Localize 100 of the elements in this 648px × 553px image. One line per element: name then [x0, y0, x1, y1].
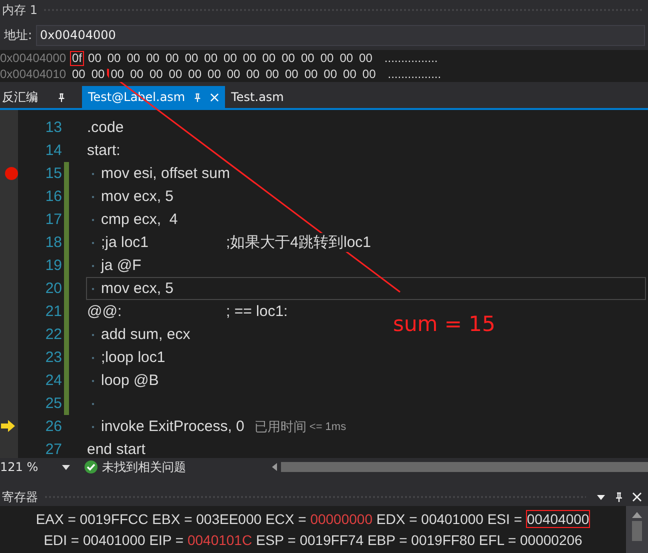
memory-byte: 00 — [105, 50, 123, 66]
equals-sign: = — [508, 532, 516, 548]
line-number: 19 — [44, 257, 62, 274]
memory-byte: 00 — [244, 66, 262, 82]
code-text: mov ecx, 5 — [101, 188, 174, 205]
caret-icon[interactable] — [62, 464, 70, 470]
line-number: 25 — [44, 395, 62, 412]
zoom-dropdown[interactable]: 121 % — [0, 460, 74, 474]
document-tab[interactable]: Test.asm — [225, 86, 290, 108]
annotation-text: sum = 15 — [393, 312, 496, 336]
code-text: loop @B — [101, 372, 159, 389]
panel-title: 寄存器 — [2, 488, 38, 506]
memory-ascii: ................ — [384, 51, 438, 65]
line-number: 21 — [44, 303, 62, 320]
line-number: 22 — [44, 326, 62, 343]
register-value: 00000206 — [520, 532, 582, 548]
issues-status: 未找到相关问题 — [102, 458, 187, 476]
memory-address: 0x00404000 — [0, 51, 68, 65]
equals-sign: = — [298, 511, 306, 527]
memory-byte: 00 — [202, 50, 220, 66]
memory-byte: 00 — [86, 50, 104, 66]
pin-icon[interactable] — [57, 92, 66, 102]
address-label: 地址: — [4, 26, 32, 44]
register-name: EDX — [376, 511, 406, 527]
address-field[interactable]: 0x00404000 — [36, 24, 645, 46]
register-value: 003EE000 — [196, 511, 262, 527]
memory-byte: 00 — [70, 66, 88, 82]
equals-sign: = — [288, 532, 296, 548]
register-value: 0019FF74 — [300, 532, 364, 548]
close-icon[interactable] — [632, 492, 642, 502]
memory-byte: 00 — [357, 50, 374, 66]
code-text: mov esi, offset sum — [101, 165, 230, 182]
elapsed-time-label: 已用时间 — [254, 418, 306, 436]
memory-byte: 00 — [147, 66, 165, 82]
memory-byte: 00 — [280, 50, 297, 66]
scrollbar-thumb[interactable] — [281, 462, 648, 472]
register-value: 00404000 — [526, 510, 590, 528]
memory-byte: 00 — [108, 66, 126, 82]
register-name: EBX — [152, 511, 180, 527]
dropdown-icon[interactable] — [596, 492, 606, 502]
line-number: 17 — [44, 211, 62, 228]
register-name: ESP — [256, 532, 284, 548]
code-text: invoke ExitProcess, 0 — [101, 418, 244, 435]
register-name: EFL — [478, 532, 504, 548]
scrollbar-thumb[interactable] — [632, 521, 642, 541]
code-text: ja @F — [101, 257, 142, 274]
memory-byte: 00 — [206, 66, 223, 82]
register-value: 00000000 — [310, 511, 372, 527]
equals-sign: = — [70, 532, 80, 548]
scroll-up-icon[interactable] — [632, 512, 642, 518]
memory-byte: 00 — [240, 50, 258, 66]
document-tab[interactable]: 反汇编 — [0, 86, 72, 108]
register-name: ECX — [265, 511, 294, 527]
line-number: 20 — [44, 280, 62, 297]
equals-sign: = — [399, 532, 408, 548]
code-text: end start — [87, 441, 146, 458]
memory-byte: 00 — [298, 50, 316, 66]
memory-byte: 00 — [338, 50, 356, 66]
memory-byte: 00 — [222, 50, 239, 66]
register-value: 00401000 — [421, 511, 484, 527]
memory-byte: 00 — [89, 66, 107, 82]
scroll-left-icon[interactable] — [272, 463, 277, 471]
memory-byte: 00 — [166, 66, 184, 82]
line-number: 27 — [44, 441, 62, 458]
elapsed-time-value: <= 1ms — [309, 420, 346, 432]
memory-byte: 00 — [318, 50, 336, 66]
code-text: @@: — [87, 303, 122, 320]
breakpoint-icon[interactable] — [5, 167, 18, 180]
memory-byte: 00 — [260, 50, 278, 66]
code-text: ;ja loc1 — [101, 234, 149, 251]
memory-byte: 00 — [282, 66, 300, 82]
memory-byte: 00 — [163, 50, 181, 66]
line-number: 26 — [44, 418, 62, 435]
memory-byte: 00 — [341, 66, 358, 82]
memory-ascii: ................ — [388, 67, 442, 81]
register-name: EAX — [36, 511, 64, 527]
pin-icon[interactable] — [614, 492, 624, 502]
register-value: 0019FFCC — [80, 511, 148, 527]
register-name: EDI — [44, 532, 68, 548]
line-number: 18 — [44, 234, 62, 251]
code-text: cmp ecx, 4 — [101, 211, 178, 228]
panel-title: 内存 1 — [2, 2, 38, 18]
code-text: mov ecx, 5 — [101, 280, 174, 297]
equals-sign: = — [68, 511, 76, 527]
code-comment: ; == loc1: — [226, 303, 288, 320]
line-number: 16 — [44, 188, 62, 205]
line-number: 14 — [44, 142, 62, 159]
line-number: 15 — [44, 165, 62, 182]
memory-byte: 00 — [302, 66, 320, 82]
register-value: 0019FF80 — [411, 532, 475, 548]
register-name: EBP — [367, 532, 396, 548]
equals-sign: = — [175, 532, 184, 548]
memory-byte: 00 — [322, 66, 340, 82]
memory-byte: 00 — [360, 66, 378, 82]
memory-byte: 00 — [224, 66, 242, 82]
memory-address: 0x00404010 — [0, 67, 68, 81]
equals-sign: = — [514, 511, 522, 527]
memory-byte: 0f — [70, 50, 84, 66]
memory-byte: 00 — [144, 50, 162, 66]
equals-sign: = — [409, 511, 418, 527]
